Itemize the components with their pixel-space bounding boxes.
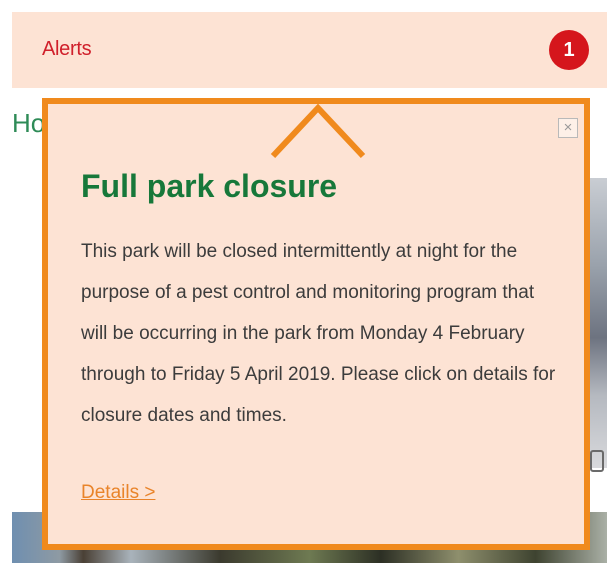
- popup-body-text: This park will be closed intermittently …: [81, 241, 556, 426]
- alerts-label[interactable]: Alerts: [42, 38, 92, 61]
- home-heading-partial[interactable]: Ho: [12, 108, 45, 139]
- page: Ho Alerts 1 × Full park closure This par…: [0, 0, 607, 563]
- popup-title: Full park closure: [81, 168, 338, 204]
- alerts-count-badge[interactable]: 1: [549, 30, 589, 70]
- alert-popup: × Full park closure This park will be cl…: [42, 98, 590, 550]
- close-icon: ×: [563, 119, 573, 136]
- social-icon[interactable]: [590, 450, 604, 472]
- close-button[interactable]: ×: [558, 118, 578, 138]
- popup-pointer: [270, 103, 366, 159]
- background-photo-right: [590, 178, 607, 468]
- alerts-bar[interactable]: Alerts 1: [12, 12, 607, 88]
- details-link[interactable]: Details >: [81, 482, 155, 504]
